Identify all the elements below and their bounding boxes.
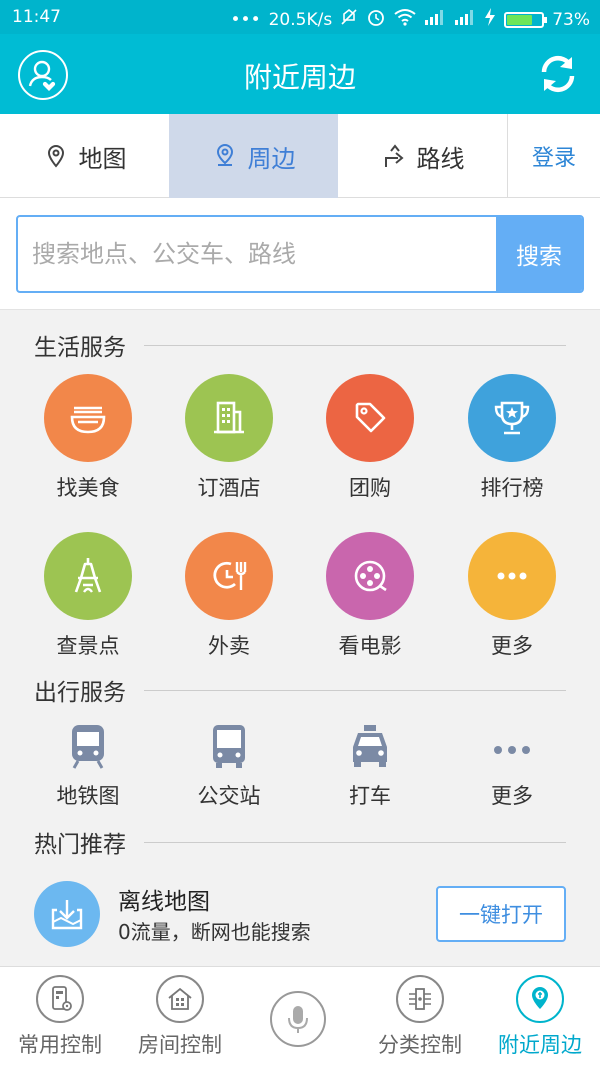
travel-taxi[interactable]: 打车 [310,722,430,810]
more-dots-icon [468,532,556,620]
nav-label: 常用控制 [18,1033,102,1057]
takeout-clock-fork-icon [185,532,273,620]
network-speed: 20.5K/s [268,9,333,30]
nav-common-control[interactable]: 常用控制 [0,975,120,1059]
bus-icon [213,725,245,768]
search-section: 搜索 [0,198,600,310]
charging-icon [484,8,496,31]
trophy-icon [468,374,556,462]
section-title-life-text: 生活服务 [34,335,126,361]
search-box: 搜索 [16,215,584,293]
offline-map-desc: 0流量，断网也能搜索 [118,920,311,944]
battery-fill [507,14,533,25]
tab-map-label: 地图 [78,144,127,173]
nav-label: 附近周边 [498,1033,582,1057]
nav-room-control[interactable]: 房间控制 [120,975,240,1059]
more-dots-icon [494,746,530,754]
tab-route-label: 路线 [416,144,465,173]
tab-nearby-label: 周边 [247,144,296,173]
page-title: 附近周边 [243,61,356,94]
nearby-pin-icon [516,975,564,1023]
status-time: 11:47 [12,7,61,27]
search-input[interactable] [18,217,496,291]
section-title-travel: 出行服务 [34,673,566,707]
battery-level: 73% [552,9,590,30]
microphone-icon [288,1006,308,1033]
travel-label: 地铁图 [56,784,120,808]
travel-more[interactable]: 更多 [452,722,572,810]
map-pin-icon [47,144,64,168]
section-divider [144,841,566,843]
refresh-button[interactable] [536,52,580,96]
service-scenic[interactable]: 查景点 [28,532,148,660]
app-header: 附近周边 [0,34,600,114]
tab-route[interactable]: 路线 [338,114,507,198]
service-find-food[interactable]: 找美食 [28,374,148,502]
tab-map[interactable]: 地图 [0,114,169,198]
route-icon [384,144,404,167]
service-label: 看电影 [338,634,402,658]
subway-icon [72,725,104,769]
top-tabs: 地图 周边 路线 登录 [0,114,600,198]
login-button[interactable]: 登录 [507,114,600,198]
service-label: 外卖 [208,634,250,658]
nav-category-control[interactable]: 分类控制 [360,975,480,1059]
status-bar: 11:47 ••• 20.5K/s 73% [0,0,600,34]
travel-label: 打车 [349,784,391,808]
house-icon [156,975,204,1023]
film-reel-icon [326,532,414,620]
service-label: 团购 [349,476,391,500]
open-offline-map-button[interactable]: 一键打开 [436,886,566,942]
location-icon [216,143,233,166]
travel-label: 更多 [491,784,533,808]
service-ranking[interactable]: 排行榜 [452,374,572,502]
service-more[interactable]: 更多 [452,532,572,660]
voice-mic-button[interactable] [270,991,326,1047]
more-dots-status-icon: ••• [230,9,261,30]
search-button[interactable]: 搜索 [496,217,582,291]
service-book-hotel[interactable]: 订酒店 [169,374,289,502]
section-title-hot: 热门推荐 [34,825,566,859]
taxi-icon [353,725,387,767]
service-group-buy[interactable]: 团购 [310,374,430,502]
travel-subway[interactable]: 地铁图 [28,722,148,810]
service-label: 更多 [491,634,533,658]
tab-nearby[interactable]: 周边 [169,114,338,198]
download-map-icon [34,881,100,947]
mute-icon [340,8,358,31]
section-title-life: 生活服务 [34,328,566,362]
service-label: 排行榜 [480,476,544,500]
signal-icon-2 [454,9,476,30]
category-icon [396,975,444,1023]
nav-nearby[interactable]: 附近周边 [480,975,600,1059]
service-label: 订酒店 [197,476,261,500]
refresh-icon [541,55,575,93]
hotel-icon [185,374,273,462]
section-title-travel-text: 出行服务 [34,680,126,706]
eiffel-tower-icon [44,532,132,620]
tag-icon [326,374,414,462]
offline-map-card: 离线地图 0流量，断网也能搜索 一键打开 [0,868,600,964]
service-label: 找美食 [56,476,120,500]
alarm-icon [366,7,386,32]
nav-label: 房间控制 [138,1033,222,1057]
phone-settings-icon [36,975,84,1023]
battery-icon [504,11,548,28]
wifi-icon [394,8,416,31]
food-bowl-icon [44,374,132,462]
travel-label: 公交站 [197,784,261,808]
service-label: 查景点 [56,634,120,658]
offline-map-title: 离线地图 [118,889,210,915]
service-takeout[interactable]: 外卖 [169,532,289,660]
section-divider [144,689,566,691]
service-movies[interactable]: 看电影 [310,532,430,660]
signal-icon [424,9,446,30]
status-right: ••• 20.5K/s 73% [231,7,590,32]
section-divider [144,344,566,346]
section-title-hot-text: 热门推荐 [34,832,126,858]
bottom-nav: 常用控制 房间控制 分类控制 附近周边 [0,966,600,1067]
nav-label: 分类控制 [378,1033,462,1057]
travel-bus[interactable]: 公交站 [169,722,289,810]
